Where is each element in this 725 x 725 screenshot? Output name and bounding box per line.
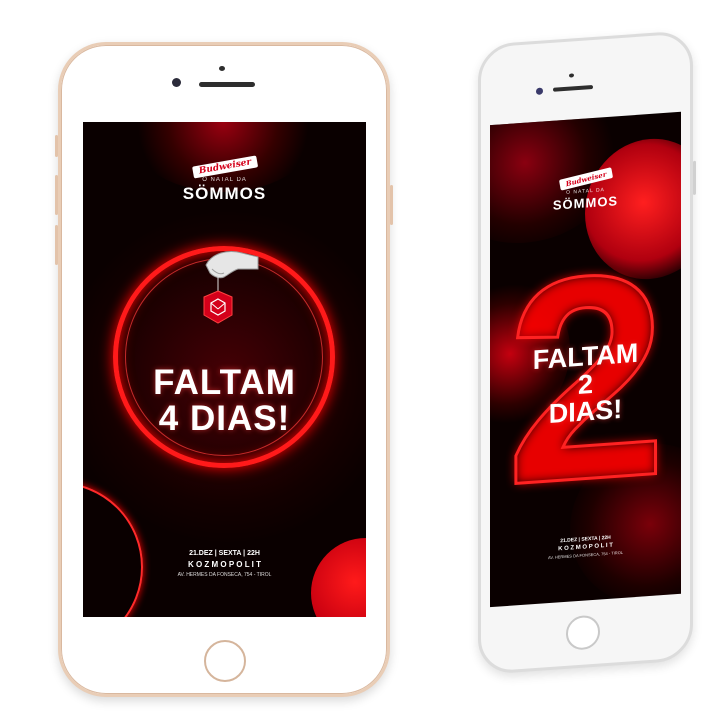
hand-holding-ornament-icon [203,251,259,324]
earpiece-grille [199,82,255,87]
venue-name: K O Z M O P O L I T [187,560,262,569]
side-button [55,135,58,157]
event-info: 21.DEZ | SEXTA | 22H K O Z M O P O L I T… [83,550,366,578]
phone-mockup-silver: Budweiser O NATAL DA SÖMMOS 2 FALTAM 2 D… [478,29,696,675]
earpiece-grille [553,84,593,92]
phone-screen: Budweiser O NATAL DA SÖMMOS FALTAM 4 DIA… [83,122,366,617]
pretitle: O NATAL DA [202,177,247,183]
front-camera [536,87,543,95]
countdown-headline: FALTAM 4 DIAS! [83,365,366,436]
volume-down-button [55,225,58,265]
home-button[interactable] [204,640,246,682]
headline-line-2: 4 DIAS! [158,398,291,438]
event-date: 21.DEZ | SEXTA | 22H [189,550,260,557]
headline-line-1: FALTAM [153,363,296,402]
countdown-headline: FALTAM 2 DIAS! [490,337,681,433]
home-button[interactable] [566,614,600,651]
brand-header: Budweiser O NATAL DA SÖMMOS [83,154,366,204]
front-camera [172,78,181,87]
power-button [390,185,393,225]
earpiece-speaker [569,73,574,78]
phone-mockup-gold: Budweiser O NATAL DA SÖMMOS FALTAM 4 DIA… [55,42,393,697]
earpiece-speaker [219,66,225,71]
power-button [693,160,696,195]
phone-screen: Budweiser O NATAL DA SÖMMOS 2 FALTAM 2 D… [490,111,681,608]
volume-up-button [55,175,58,215]
sponsor-logo: Budweiser [192,155,259,179]
venue-address: AV. HERMES DA FONSECA, 754 - TIROL [177,572,272,578]
